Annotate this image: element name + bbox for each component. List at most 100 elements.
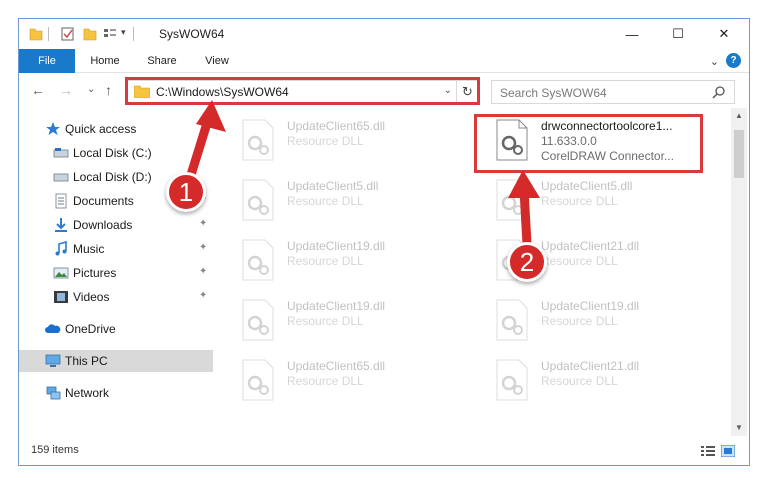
nav-item-label: OneDrive xyxy=(65,322,116,336)
customize-toolbar-icon[interactable] xyxy=(103,26,117,42)
videos-icon xyxy=(54,291,68,303)
file-highlight xyxy=(474,114,703,173)
vertical-scrollbar[interactable]: ▲ ▼ xyxy=(731,108,747,436)
nav-item-quick-access[interactable]: Quick access xyxy=(19,118,213,140)
nav-item-label: Downloads xyxy=(73,218,133,232)
pictures-icon xyxy=(53,267,69,279)
up-button[interactable]: ↑ xyxy=(105,82,112,98)
file-name: UpdateClient19.dll xyxy=(287,299,386,313)
file-item[interactable]: UpdateClient5.dll Resource DLL xyxy=(225,176,455,226)
nav-item-local-disk-c[interactable]: Local Disk (C:) xyxy=(19,142,213,164)
file-item[interactable]: UpdateClient19.dll Resource DLL xyxy=(225,236,455,286)
nav-item-this-pc[interactable]: This PC xyxy=(19,350,213,372)
recent-locations-button[interactable]: ⌄ xyxy=(87,84,95,95)
folder-icon xyxy=(29,28,43,41)
file-item[interactable]: UpdateClient19.dll Resource DLL xyxy=(479,296,709,346)
pin-icon: ✦ xyxy=(199,266,208,277)
maximize-button[interactable]: ☐ xyxy=(655,19,701,49)
quick-access-dropdown-icon[interactable]: ▾ xyxy=(121,27,126,43)
documents-icon xyxy=(55,193,67,209)
step-badge-1: 1 xyxy=(166,172,206,212)
tab-share[interactable]: Share xyxy=(137,49,187,73)
close-button[interactable]: ✕ xyxy=(701,19,747,49)
nav-item-pictures[interactable]: Pictures ✦ xyxy=(19,262,213,284)
dll-file-icon xyxy=(496,359,528,401)
tab-view[interactable]: View xyxy=(195,49,239,73)
nav-item-label: Quick access xyxy=(65,122,137,136)
file-type: Resource DLL xyxy=(541,314,618,328)
forward-button[interactable]: → xyxy=(59,82,73,98)
file-type: Resource DLL xyxy=(287,254,364,268)
help-icon[interactable]: ? xyxy=(726,53,741,68)
drive-icon xyxy=(53,148,69,158)
address-bar-highlight xyxy=(125,77,480,105)
onedrive-icon xyxy=(45,324,61,333)
file-type: Resource DLL xyxy=(287,134,364,148)
file-type: Resource DLL xyxy=(287,314,364,328)
file-name: UpdateClient65.dll xyxy=(287,119,386,133)
file-item[interactable]: UpdateClient21.dll Resource DLL xyxy=(479,356,709,406)
tab-file[interactable]: File xyxy=(19,49,75,73)
step-badge-2: 2 xyxy=(507,242,547,282)
details-view-icon[interactable] xyxy=(701,445,715,457)
minimize-button[interactable]: — xyxy=(609,19,655,49)
new-folder-icon[interactable] xyxy=(83,26,97,42)
network-icon xyxy=(46,386,61,400)
pin-icon: ✦ xyxy=(199,290,208,301)
nav-item-music[interactable]: Music ✦ xyxy=(19,238,213,260)
file-name: UpdateClient19.dll xyxy=(287,239,386,253)
navigation-pane: Quick access Local Disk (C:) Local Disk … xyxy=(19,114,213,434)
nav-item-label: Videos xyxy=(73,290,110,304)
scroll-up-icon[interactable]: ▲ xyxy=(731,108,747,124)
scroll-down-icon[interactable]: ▼ xyxy=(731,420,747,436)
file-type: Resource DLL xyxy=(287,194,364,208)
dll-file-icon xyxy=(242,359,274,401)
back-button[interactable]: ← xyxy=(31,82,45,98)
dll-file-icon xyxy=(496,179,528,221)
nav-item-label: This PC xyxy=(65,354,108,368)
nav-item-label: Local Disk (C:) xyxy=(73,146,152,160)
file-name: UpdateClient65.dll xyxy=(287,359,386,373)
dll-file-icon xyxy=(242,299,274,341)
file-item[interactable]: UpdateClient19.dll Resource DLL xyxy=(225,296,455,346)
star-icon xyxy=(46,122,60,135)
file-item[interactable]: UpdateClient65.dll Resource DLL xyxy=(225,356,455,406)
nav-item-label: Local Disk (D:) xyxy=(73,170,152,184)
nav-item-label: Music xyxy=(73,242,105,256)
properties-icon[interactable] xyxy=(61,26,75,42)
file-type: Resource DLL xyxy=(541,374,618,388)
search-input[interactable]: Search SysWOW64 xyxy=(500,86,607,100)
nav-item-downloads[interactable]: Downloads ✦ xyxy=(19,214,213,236)
dll-file-icon xyxy=(242,239,274,281)
dll-file-icon xyxy=(242,119,274,161)
file-type: Resource DLL xyxy=(287,374,364,388)
search-icon[interactable] xyxy=(712,85,726,99)
scrollbar-thumb[interactable] xyxy=(734,130,744,178)
tab-home[interactable]: Home xyxy=(81,49,129,73)
dll-file-icon xyxy=(242,179,274,221)
file-item[interactable]: UpdateClient5.dll Resource DLL xyxy=(479,176,709,226)
item-count: 159 items xyxy=(31,444,79,456)
dll-file-icon xyxy=(496,299,528,341)
status-bar: 159 items xyxy=(19,437,749,465)
search-box[interactable]: Search SysWOW64 xyxy=(491,80,735,104)
ribbon-tabs: File Home Share View ⌄ ? xyxy=(19,49,749,73)
downloads-icon xyxy=(55,218,67,232)
pin-icon: ✦ xyxy=(199,242,208,253)
file-name: UpdateClient21.dll xyxy=(541,359,640,373)
large-icons-view-icon[interactable] xyxy=(721,445,735,457)
toolbar-divider xyxy=(48,27,49,41)
file-name: UpdateClient5.dll xyxy=(541,179,633,193)
nav-item-onedrive[interactable]: OneDrive xyxy=(19,318,213,340)
nav-item-videos[interactable]: Videos ✦ xyxy=(19,286,213,308)
music-icon xyxy=(55,241,67,256)
file-type: Resource DLL xyxy=(541,254,618,268)
file-item[interactable]: UpdateClient65.dll Resource DLL xyxy=(225,116,455,166)
nav-item-label: Documents xyxy=(73,194,134,208)
expand-ribbon-icon[interactable]: ⌄ xyxy=(710,55,719,68)
nav-item-network[interactable]: Network xyxy=(19,382,213,404)
file-name: UpdateClient19.dll xyxy=(541,299,640,313)
nav-item-label: Pictures xyxy=(73,266,117,280)
title-bar: ▾ SysWOW64 — ☐ ✕ xyxy=(19,19,749,49)
window-title: SysWOW64 xyxy=(159,27,225,41)
